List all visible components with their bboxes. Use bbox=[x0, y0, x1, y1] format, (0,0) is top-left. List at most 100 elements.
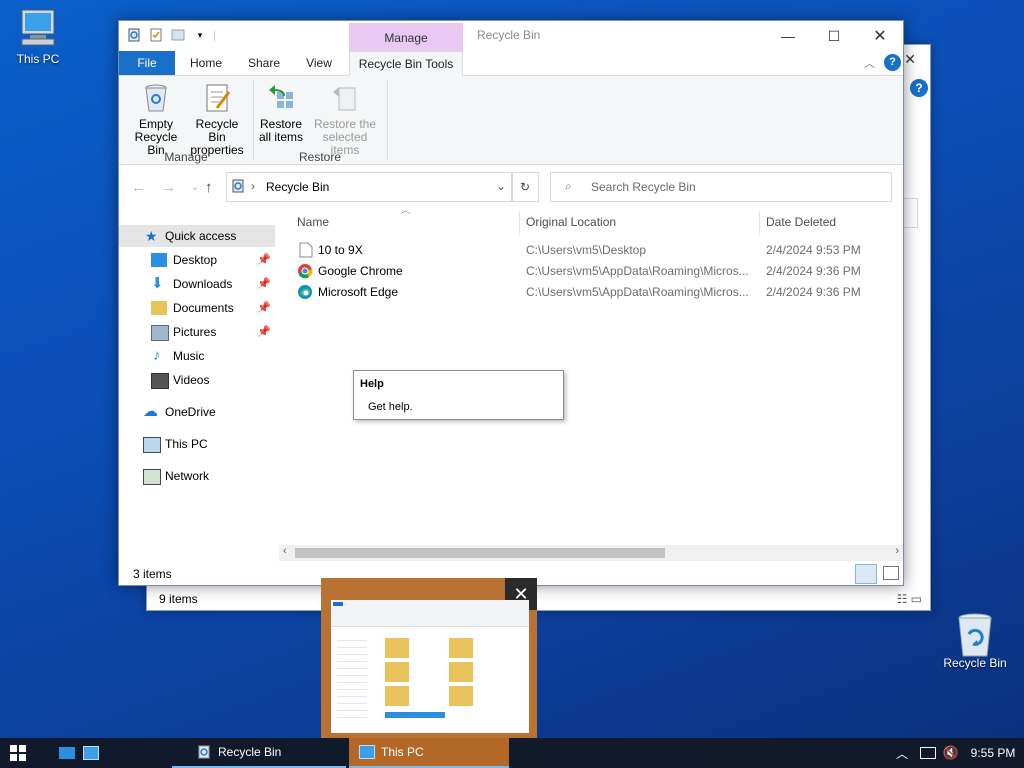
windows-logo-icon bbox=[10, 745, 26, 761]
table-row[interactable]: 10 to 9X C:\Users\vm5\Desktop 2/4/2024 9… bbox=[277, 240, 893, 261]
computer-icon bbox=[359, 745, 375, 759]
group-label-manage: Manage bbox=[164, 150, 208, 164]
quick-access-toolbar: ▾ | bbox=[125, 26, 216, 44]
search-icon: ⌕ bbox=[565, 179, 572, 193]
download-icon: ⬇ bbox=[151, 275, 164, 292]
computer-icon bbox=[16, 6, 60, 50]
show-hidden-icons-chevron-up-icon[interactable]: ︿ bbox=[894, 738, 910, 768]
restore-all-items-button[interactable]: Restore all items bbox=[255, 82, 307, 144]
column-header-date-deleted[interactable]: Date Deleted bbox=[766, 215, 836, 229]
search-placeholder: Search Recycle Bin bbox=[591, 180, 696, 194]
tooltip-text: Get help. bbox=[368, 401, 413, 413]
help-icon[interactable]: ? bbox=[884, 54, 901, 71]
file-icon bbox=[299, 242, 313, 258]
clock[interactable]: 9:55 PM bbox=[966, 738, 1020, 768]
network-icon bbox=[143, 469, 161, 485]
properties-icon[interactable] bbox=[147, 26, 165, 44]
help-icon[interactable]: ? bbox=[910, 79, 928, 97]
pin-icon: 📌 bbox=[257, 302, 271, 314]
context-tab-manage: Manage bbox=[349, 23, 463, 51]
navigation-bar: ← → ⌄ ↑ › Recycle Bin ⌄ ↻ ⌕ Search Recyc… bbox=[119, 171, 903, 203]
tooltip-title: Help bbox=[360, 378, 384, 390]
this-pc-quick-launch[interactable] bbox=[80, 738, 102, 768]
chrome-icon bbox=[298, 264, 313, 279]
tab-recycle-bin-tools[interactable]: Recycle Bin Tools bbox=[349, 51, 463, 76]
sort-up-icon: ︿ bbox=[401, 205, 411, 215]
tab-file[interactable]: File bbox=[119, 51, 175, 75]
tab-home[interactable]: Home bbox=[181, 51, 231, 75]
nav-item-music[interactable]: ♪ Music bbox=[119, 345, 275, 367]
table-row[interactable]: Microsoft Edge C:\Users\vm5\AppData\Roam… bbox=[277, 282, 893, 303]
details-view-icon[interactable] bbox=[855, 564, 877, 584]
close-icon[interactable]: ✕ bbox=[904, 51, 916, 68]
empty-recycle-bin-button[interactable]: Empty Recycle Bin bbox=[125, 82, 187, 157]
address-bar[interactable]: › Recycle Bin ⌄ bbox=[226, 172, 513, 202]
network-tray-icon[interactable] bbox=[918, 738, 938, 768]
pin-icon: 📌 bbox=[257, 278, 271, 290]
desktop-icon-recycle-bin[interactable]: Recycle Bin bbox=[940, 610, 1010, 670]
desktop-icon-this-pc[interactable]: This PC bbox=[3, 6, 73, 66]
tab-share[interactable]: Share bbox=[239, 51, 289, 75]
new-folder-icon[interactable] bbox=[169, 26, 187, 44]
nav-item-videos[interactable]: Videos bbox=[119, 369, 275, 391]
large-icons-view-icon[interactable] bbox=[883, 566, 899, 580]
column-divider[interactable] bbox=[519, 211, 520, 235]
column-header-original-location[interactable]: Original Location bbox=[526, 215, 616, 229]
nav-item-downloads[interactable]: ⬇ Downloads 📌 bbox=[119, 273, 275, 295]
group-label-restore: Restore bbox=[298, 150, 342, 164]
refresh-button[interactable]: ↻ bbox=[511, 172, 539, 202]
view-toggle-icon[interactable]: ☷ ▭ bbox=[897, 592, 922, 606]
scroll-left-icon[interactable]: ‹ bbox=[283, 545, 287, 557]
nav-item-documents[interactable]: Documents 📌 bbox=[119, 297, 275, 319]
item-count: 3 items bbox=[133, 567, 172, 581]
videos-icon bbox=[151, 373, 169, 389]
tab-view[interactable]: View bbox=[295, 51, 343, 75]
properties-icon bbox=[201, 82, 233, 114]
recent-locations-icon[interactable]: ⌄ bbox=[191, 182, 199, 193]
restore-all-icon bbox=[265, 82, 297, 114]
restore-selected-items-button[interactable]: Restore the selected items bbox=[307, 82, 383, 157]
address-text: Recycle Bin bbox=[266, 180, 330, 194]
taskbar-item-recycle-bin[interactable]: Recycle Bin bbox=[172, 738, 346, 768]
forward-arrow-icon[interactable]: → bbox=[161, 179, 176, 196]
collapse-ribbon-icon[interactable]: ︿ bbox=[864, 55, 875, 71]
customize-qat-icon[interactable]: ▾ bbox=[191, 26, 209, 44]
computer-icon bbox=[83, 746, 99, 760]
desktop-icon-label: This PC bbox=[16, 52, 60, 66]
column-divider[interactable] bbox=[759, 211, 760, 235]
ribbon-tabs: File Home Share View Recycle Bin Tools ︿… bbox=[119, 51, 903, 76]
minimize-button[interactable]: — bbox=[765, 21, 811, 51]
back-arrow-icon[interactable]: ← bbox=[131, 179, 146, 196]
search-input[interactable]: ⌕ Search Recycle Bin bbox=[550, 172, 892, 202]
nav-item-onedrive[interactable]: ☁ OneDrive bbox=[119, 401, 275, 423]
pin-icon: 📌 bbox=[257, 254, 271, 266]
nav-item-this-pc[interactable]: This PC bbox=[119, 433, 275, 455]
recycle-bin-properties-button[interactable]: Recycle Bin properties bbox=[187, 82, 247, 157]
taskbar: Recycle Bin This PC ︿ 🔇 9:55 PM bbox=[0, 738, 1024, 768]
recycle-bin-window[interactable]: ▾ | Manage Recycle Bin — ☐ ✕ File Home S… bbox=[118, 20, 904, 586]
nav-item-network[interactable]: Network bbox=[119, 465, 275, 487]
scroll-right-icon[interactable]: › bbox=[895, 545, 899, 557]
navigation-pane: ★ Quick access Desktop 📌 ⬇ Downloads 📌 D… bbox=[119, 219, 277, 559]
recycle-bin-small-icon bbox=[198, 745, 210, 759]
taskbar-thumbnail-preview[interactable]: ✕ bbox=[321, 578, 537, 738]
nav-item-desktop[interactable]: Desktop 📌 bbox=[119, 249, 275, 271]
column-header-name[interactable]: Name bbox=[297, 215, 329, 229]
taskbar-item-this-pc[interactable]: This PC bbox=[349, 738, 509, 768]
volume-muted-icon[interactable]: 🔇 bbox=[940, 738, 962, 768]
horizontal-scrollbar[interactable]: ‹ › bbox=[279, 545, 903, 561]
maximize-button[interactable]: ☐ bbox=[811, 21, 857, 51]
title-bar[interactable]: ▾ | Manage Recycle Bin — ☐ ✕ bbox=[119, 21, 903, 51]
table-row[interactable]: Google Chrome C:\Users\vm5\AppData\Roami… bbox=[277, 261, 893, 282]
pin-icon: 📌 bbox=[257, 326, 271, 338]
chevron-down-icon[interactable]: ⌄ bbox=[496, 179, 506, 193]
scrollbar-thumb[interactable] bbox=[295, 548, 665, 558]
nav-item-quick-access[interactable]: ★ Quick access bbox=[119, 225, 275, 247]
show-desktop-quick-launch[interactable] bbox=[56, 738, 78, 768]
nav-item-pictures[interactable]: Pictures 📌 bbox=[119, 321, 275, 343]
start-button[interactable] bbox=[0, 738, 36, 768]
up-arrow-icon[interactable]: ↑ bbox=[205, 179, 213, 196]
help-tooltip: Help Get help. bbox=[353, 370, 564, 420]
desktop-icon bbox=[59, 747, 75, 759]
close-button[interactable]: ✕ bbox=[857, 21, 903, 51]
